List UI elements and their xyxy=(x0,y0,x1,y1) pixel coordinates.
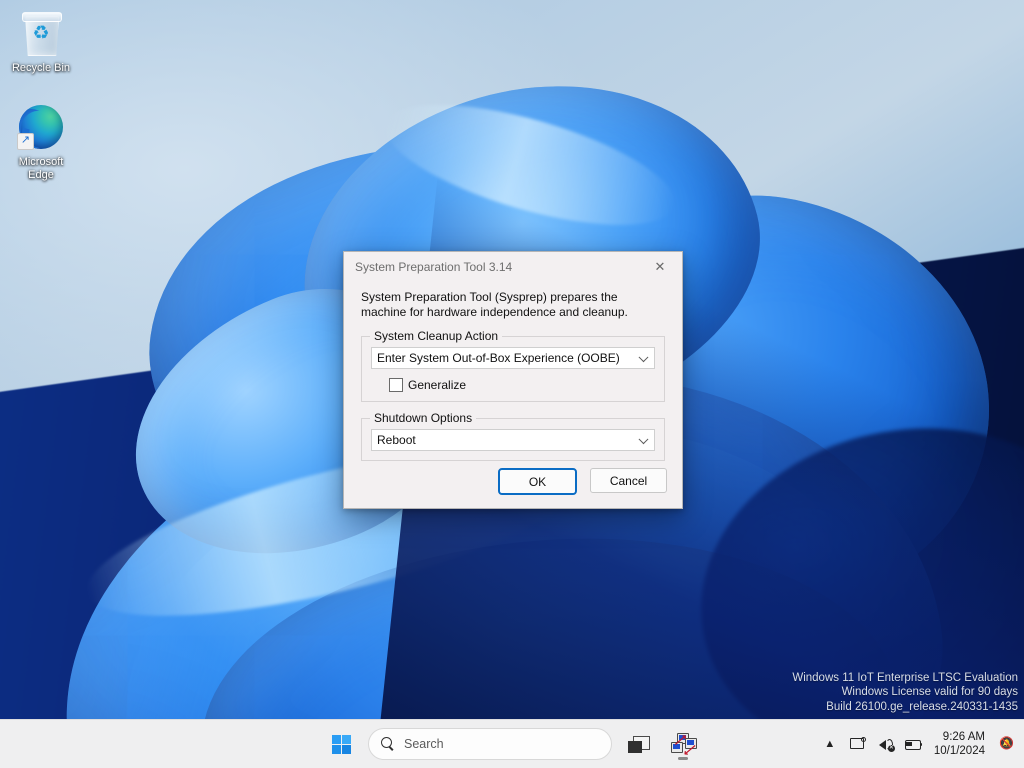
dialog-titlebar[interactable]: System Preparation Tool 3.14 ✕ xyxy=(344,252,682,282)
dialog-body: System Preparation Tool (Sysprep) prepar… xyxy=(344,290,682,461)
watermark-line-build: Build 26100.ge_release.240331-1435 xyxy=(792,700,1018,715)
sysprep-network-icon: ⟶ ⟶ xyxy=(671,733,695,755)
watermark-line-edition: Windows 11 IoT Enterprise LTSC Evaluatio… xyxy=(792,671,1018,686)
system-cleanup-action-group: System Cleanup Action Enter System Out-o… xyxy=(361,336,665,402)
clock-time: 9:26 AM xyxy=(934,730,985,744)
app-running-indicator xyxy=(678,757,688,760)
generalize-checkbox-label: Generalize xyxy=(408,378,466,392)
chevron-up-icon: ▲ xyxy=(824,738,835,750)
generalize-checkbox[interactable] xyxy=(389,378,403,392)
taskbar-search-box[interactable]: Search xyxy=(368,728,612,760)
chevron-down-icon xyxy=(639,352,649,362)
system-cleanup-action-combobox[interactable]: Enter System Out-of-Box Experience (OOBE… xyxy=(371,347,655,369)
edge-icon: ↗ xyxy=(17,104,65,152)
speaker-muted-icon: ✕ xyxy=(878,737,894,751)
network-icon xyxy=(850,737,866,751)
desktop-icon-label-line1: Microsoft xyxy=(19,156,64,168)
shutdown-options-group: Shutdown Options Reboot xyxy=(361,418,665,461)
evaluation-watermark: Windows 11 IoT Enterprise LTSC Evaluatio… xyxy=(792,671,1018,715)
start-button[interactable] xyxy=(324,727,358,761)
tray-network-button[interactable] xyxy=(845,727,871,761)
shutdown-options-legend: Shutdown Options xyxy=(370,411,476,425)
notifications-button[interactable]: 🔕 xyxy=(994,727,1020,761)
task-view-icon xyxy=(628,736,650,753)
dialog-title: System Preparation Tool 3.14 xyxy=(355,260,638,274)
system-cleanup-action-value: Enter System Out-of-Box Experience (OOBE… xyxy=(377,351,620,365)
generalize-checkbox-row[interactable]: Generalize xyxy=(389,378,655,392)
taskbar: Search ⟶ ⟶ ▲ xyxy=(0,719,1024,768)
taskbar-center-cluster: Search ⟶ ⟶ xyxy=(324,727,700,761)
dialog-description: System Preparation Tool (Sysprep) prepar… xyxy=(361,290,661,320)
windows-logo-icon xyxy=(332,735,351,754)
cancel-button[interactable]: Cancel xyxy=(590,468,667,493)
clock-date: 10/1/2024 xyxy=(934,744,985,758)
system-cleanup-action-legend: System Cleanup Action xyxy=(370,329,502,343)
search-placeholder: Search xyxy=(404,737,444,751)
tray-overflow-button[interactable]: ▲ xyxy=(817,727,843,761)
tray-battery-button[interactable] xyxy=(901,727,927,761)
tray-volume-button[interactable]: ✕ xyxy=(873,727,899,761)
task-view-button[interactable] xyxy=(622,727,656,761)
sysprep-dialog: System Preparation Tool 3.14 ✕ System Pr… xyxy=(343,251,683,509)
desktop-icon-recycle-bin[interactable]: ♻ Recycle Bin xyxy=(2,10,80,75)
desktop-icon-label: Recycle Bin xyxy=(2,62,80,75)
search-icon xyxy=(381,737,395,751)
shutdown-options-combobox[interactable]: Reboot xyxy=(371,429,655,451)
battery-icon xyxy=(905,738,923,750)
taskbar-app-sysprep[interactable]: ⟶ ⟶ xyxy=(666,727,700,761)
close-icon[interactable]: ✕ xyxy=(638,252,682,282)
chevron-down-icon xyxy=(639,434,649,444)
bell-sleep-icon: 🔕 xyxy=(999,736,1015,752)
desktop-icon-label: Microsoft Edge xyxy=(2,156,80,182)
dialog-button-bar: OK Cancel xyxy=(498,468,667,495)
system-tray: ▲ ✕ 9:26 AM 10/1/2024 xyxy=(817,720,1020,768)
desktop-screen: ♻ Recycle Bin ↗ Microsoft Edge Windows 1… xyxy=(0,0,1024,768)
watermark-line-license: Windows License valid for 90 days xyxy=(792,685,1018,700)
desktop-icon-label-line2: Edge xyxy=(28,169,54,181)
recycle-bin-icon: ♻ xyxy=(17,10,65,58)
shortcut-arrow-icon: ↗ xyxy=(17,133,34,150)
ok-button[interactable]: OK xyxy=(498,468,577,495)
taskbar-clock[interactable]: 9:26 AM 10/1/2024 xyxy=(929,730,992,758)
shutdown-options-value: Reboot xyxy=(377,433,416,447)
desktop-icon-microsoft-edge[interactable]: ↗ Microsoft Edge xyxy=(2,104,80,182)
